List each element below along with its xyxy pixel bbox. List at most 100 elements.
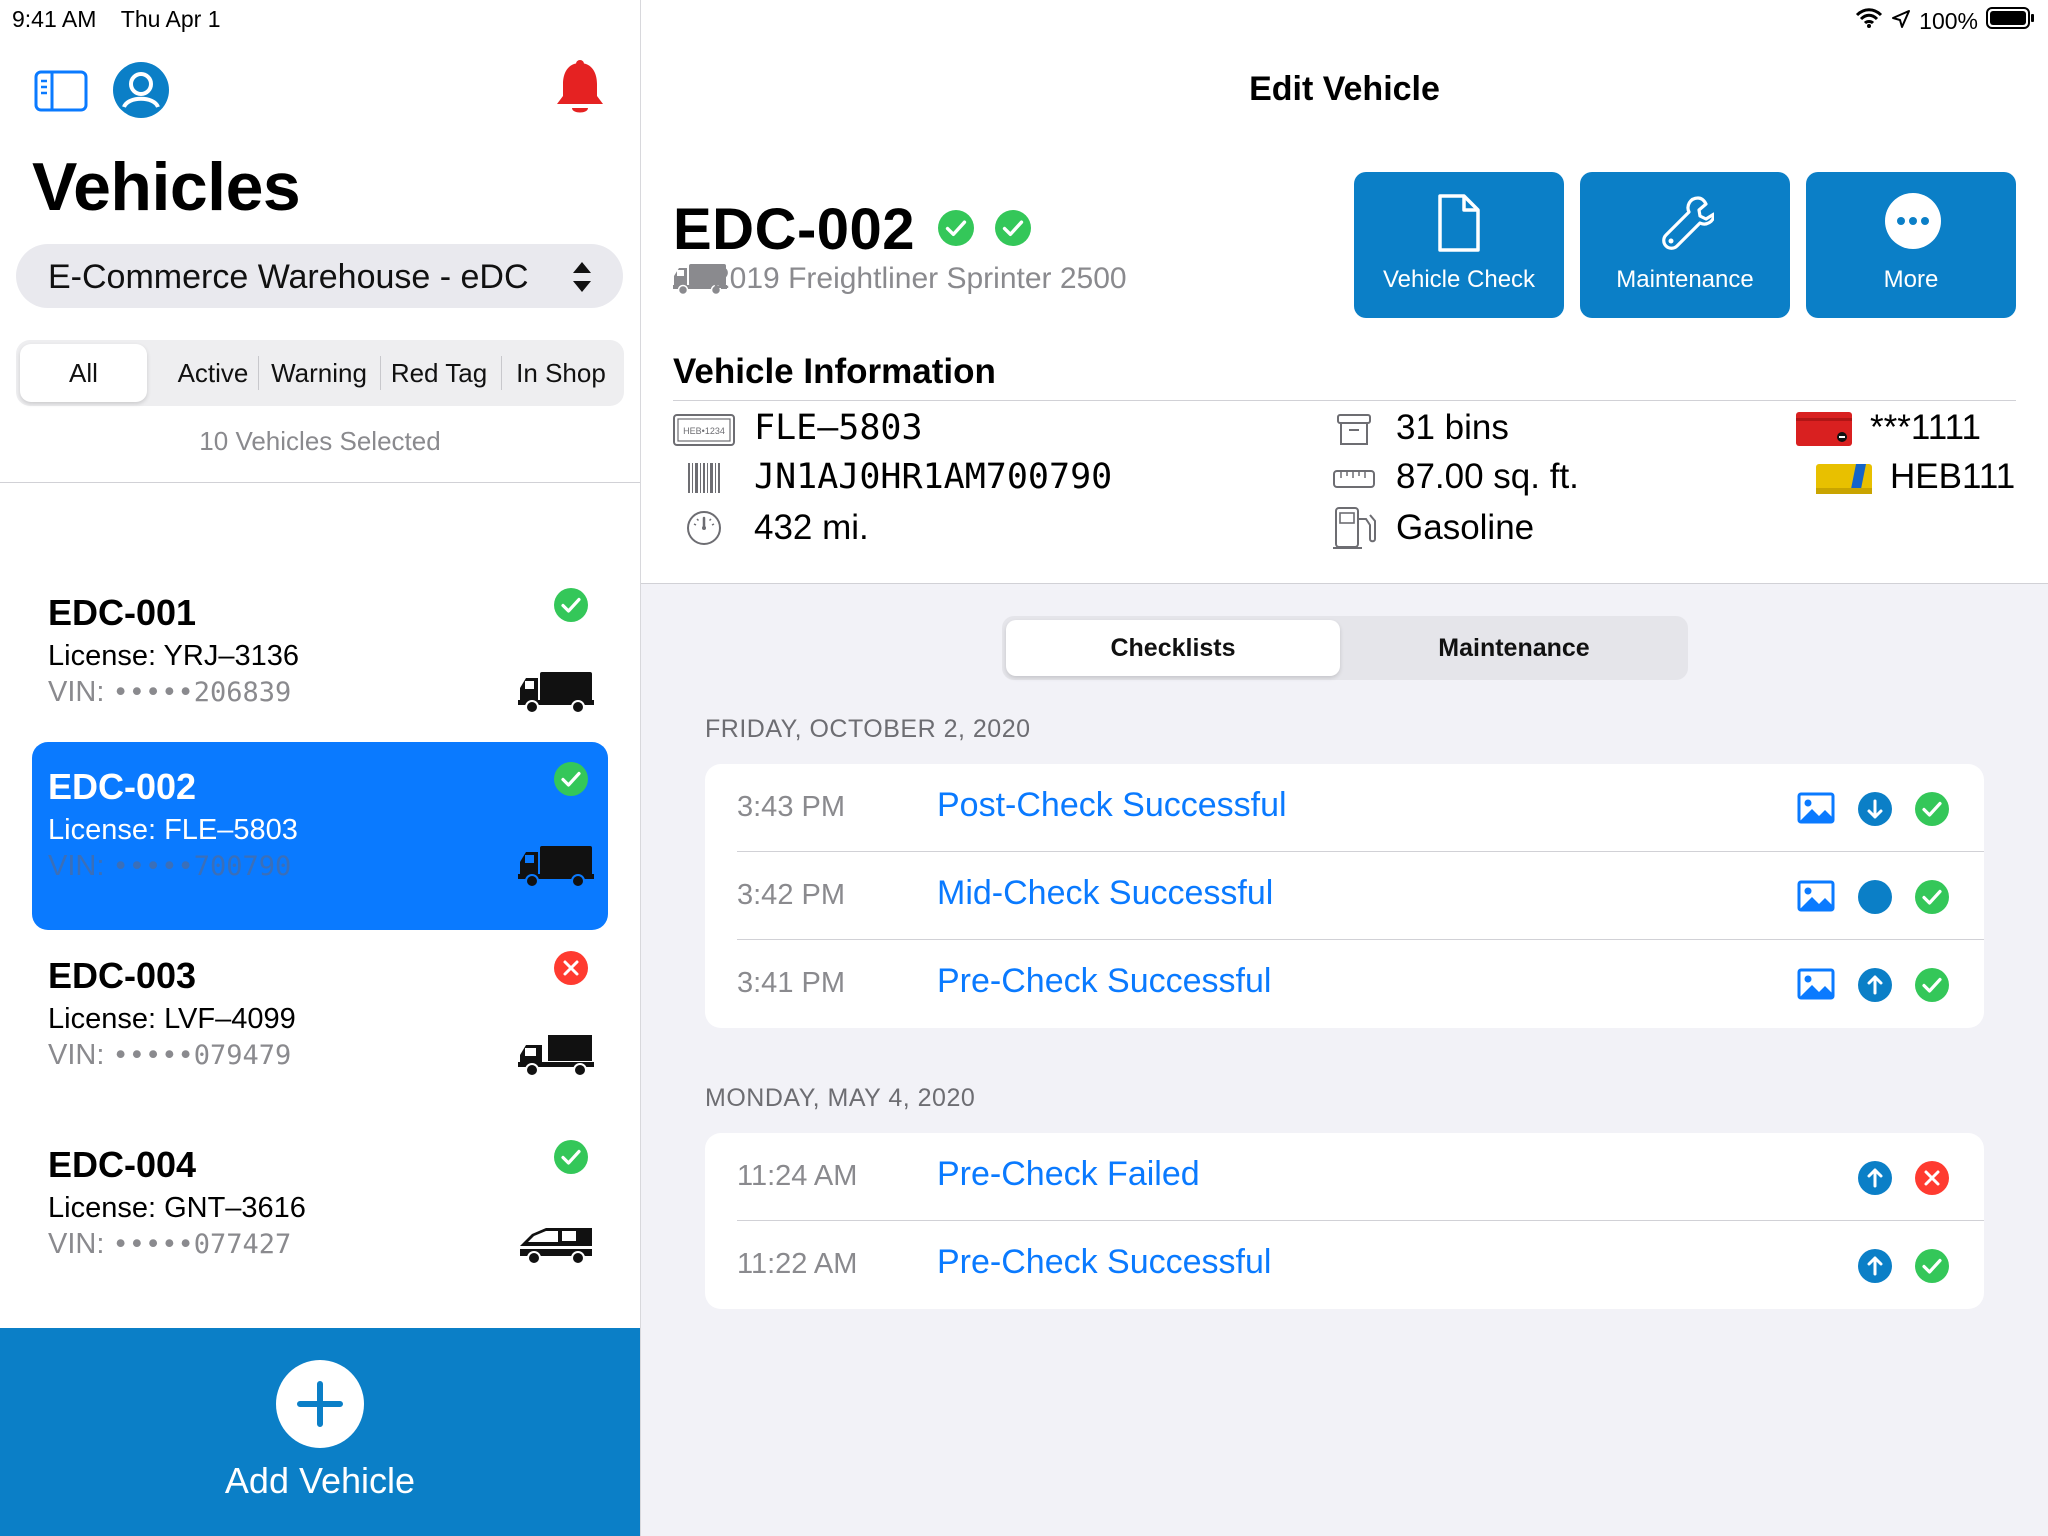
arrow-up-circle-icon (1858, 1249, 1892, 1288)
vehicle-id: EDC-002 (673, 197, 916, 262)
vin-value: •••••077427 (112, 1229, 292, 1260)
vehicle-check-label: Vehicle Check (1382, 266, 1536, 293)
vehicle-name: EDC-004 (48, 1144, 197, 1185)
selected-count: 10 Vehicles Selected (199, 426, 441, 456)
success-check-icon (1915, 1249, 1949, 1288)
bins-value: 31 bins (1396, 408, 1509, 447)
vehicle-model: 2019 Freightliner Sprinter 2500 (713, 262, 1127, 295)
vehicle-check-button[interactable]: Vehicle Check (1354, 172, 1564, 318)
more-label: More (1883, 266, 1939, 293)
vehicle-row-edc-002[interactable]: EDC-002 License: FLE–5803 VIN: •••••7007… (32, 742, 608, 930)
ruler-icon (1333, 469, 1375, 494)
row-title[interactable]: Post-Check Successful (937, 786, 1287, 825)
status-filter-segmented-control: All Active Warning Red Tag In Shop (16, 340, 624, 406)
row-time: 3:42 PM (737, 879, 845, 911)
maintenance-button[interactable]: Maintenance (1580, 172, 1790, 318)
barcode-icon (688, 463, 722, 498)
location-label: E-Commerce Warehouse - eDC (48, 258, 529, 296)
location-picker[interactable]: E-Commerce Warehouse - eDC (16, 244, 623, 308)
status-date: Thu Apr 1 (120, 6, 221, 32)
photo-icon[interactable] (1797, 792, 1835, 829)
mileage-value: 432 mi. (754, 508, 869, 547)
checklist-group: 11:24 AM Pre-Check Failed 11:22 AM Pre-C… (705, 1133, 1984, 1309)
flatbed-truck-icon (518, 1033, 594, 1082)
box-truck-icon (518, 670, 594, 719)
bin-box-icon (1336, 413, 1372, 452)
vehicle-row-edc-004[interactable]: EDC-004 License: GNT–3616 VIN: •••••0774… (32, 1120, 608, 1308)
divider (673, 400, 2016, 401)
maintenance-label: Maintenance (1616, 266, 1754, 293)
sidebar-toggle-icon[interactable] (34, 70, 88, 117)
filter-warning[interactable]: Warning (261, 344, 377, 402)
license-plate-value: FLE–5803 (754, 408, 923, 448)
vin-label: VIN: (48, 676, 113, 708)
vin-value: •••••700790 (112, 851, 292, 882)
vehicle-license: License: GNT–3616 (48, 1192, 306, 1224)
filter-active[interactable]: Active (152, 344, 274, 402)
failed-x-icon (554, 951, 588, 990)
nav-title: Edit Vehicle (1249, 70, 1440, 108)
arrow-up-circle-icon (1858, 1161, 1892, 1200)
filter-all[interactable]: All (20, 344, 147, 402)
success-check-icon (554, 588, 588, 627)
status-bar-left: 9:41 AM Thu Apr 1 (12, 6, 221, 33)
vehicle-name: EDC-003 (48, 955, 197, 996)
more-button[interactable]: More (1806, 172, 2016, 318)
row-time: 11:22 AM (737, 1248, 858, 1280)
success-check-icon (1915, 792, 1949, 831)
vehicle-license: License: LVF–4099 (48, 1003, 296, 1035)
tab-checklists[interactable]: Checklists (1006, 620, 1340, 676)
fuel-card-value: ***1111 (1870, 408, 1981, 447)
photo-icon[interactable] (1797, 968, 1835, 1005)
vehicle-name: EDC-001 (48, 592, 197, 633)
row-time: 11:24 AM (737, 1160, 858, 1192)
wifi-icon (1855, 7, 1883, 35)
vehicle-row-edc-001[interactable]: EDC-001 License: YRJ–3136 VIN: •••••2068… (32, 568, 608, 756)
row-title[interactable]: Pre-Check Successful (937, 1243, 1271, 1282)
success-check-icon (1915, 968, 1949, 1007)
segment-divider (258, 356, 259, 390)
battery-icon (1986, 6, 2036, 36)
row-title[interactable]: Mid-Check Successful (937, 874, 1273, 913)
battery-percent: 100% (1919, 7, 1978, 34)
toll-tag-value: HEB111 (1890, 457, 2016, 496)
vehicle-row-edc-003[interactable]: EDC-003 License: LVF–4099 VIN: •••••0794… (32, 931, 608, 1119)
fuel-card-icon (1796, 412, 1852, 451)
fuel-value: Gasoline (1396, 508, 1535, 547)
add-vehicle-button[interactable]: Add Vehicle (0, 1328, 640, 1536)
area-value: 87.00 sq. ft. (1396, 457, 1579, 496)
vin-label: VIN: (48, 850, 113, 882)
vehicle-vin: VIN: •••••077427 (48, 1228, 291, 1261)
section-date-header: MONDAY, MAY 4, 2020 (705, 1084, 976, 1112)
row-divider (737, 939, 1984, 940)
van-icon (518, 1222, 594, 1271)
notification-bell-icon[interactable] (554, 60, 606, 123)
page-title: Vehicles (32, 149, 301, 225)
checklist-group: 3:43 PM Post-Check Successful 3:42 PM Mi… (705, 764, 1984, 1028)
profile-icon[interactable] (112, 61, 170, 124)
box-truck-icon (518, 844, 594, 893)
filter-in-shop[interactable]: In Shop (502, 344, 620, 402)
photo-icon[interactable] (1797, 880, 1835, 917)
row-title[interactable]: Pre-Check Successful (937, 962, 1271, 1001)
row-title[interactable]: Pre-Check Failed (937, 1155, 1200, 1194)
vin-value: JN1AJ0HR1AM700790 (754, 457, 1113, 497)
chevron-up-down-icon (570, 258, 594, 301)
license-plate-icon: HEB•1234 (673, 414, 735, 451)
sidebar-header (0, 0, 640, 483)
filter-red-tag[interactable]: Red Tag (382, 344, 496, 402)
row-divider (737, 1220, 1984, 1221)
success-check-icon (554, 1140, 588, 1179)
vehicle-vin: VIN: •••••206839 (48, 676, 291, 709)
row-divider (737, 851, 1984, 852)
status-bar-right: 100% (1855, 6, 2036, 36)
vehicle-vin: VIN: •••••700790 (48, 850, 291, 883)
success-check-icon (938, 210, 974, 251)
success-check-icon (554, 762, 588, 801)
segment-divider (380, 356, 381, 390)
vin-value: •••••079479 (112, 1040, 292, 1071)
section-date-header: FRIDAY, OCTOBER 2, 2020 (705, 715, 1031, 743)
tab-maintenance[interactable]: Maintenance (1344, 620, 1684, 676)
arrow-up-circle-icon (1858, 968, 1892, 1007)
row-time: 3:43 PM (737, 791, 845, 823)
